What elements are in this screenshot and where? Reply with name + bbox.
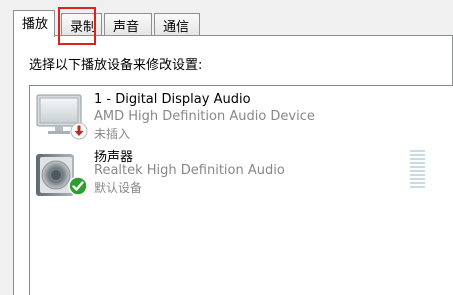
device-description: AMD High Definition Audio Device	[94, 109, 315, 124]
device-status: 未插入	[94, 127, 131, 141]
tab-playback[interactable]: 播放	[13, 10, 55, 37]
unplugged-red-arrow-icon	[70, 122, 88, 140]
device-status: 默认设备	[94, 181, 143, 195]
device-name: 1 - Digital Display Audio	[94, 92, 251, 107]
tab-recording[interactable]: 录制	[61, 13, 102, 35]
playback-panel: 选择以下播放设备来修改设置: 1 - Digital Display Audio…	[13, 35, 453, 295]
tab-recording-label: 录制	[70, 20, 97, 35]
device-digital-display-audio[interactable]: 1 - Digital Display Audio AMD High Defin…	[30, 92, 453, 148]
tab-playback-label: 播放	[22, 17, 49, 32]
tab-sounds[interactable]: 声音	[104, 13, 152, 35]
device-list[interactable]: 1 - Digital Display Audio AMD High Defin…	[29, 85, 453, 295]
volume-level-meter	[410, 150, 425, 190]
tab-communications-label: 通信	[163, 20, 190, 35]
sound-dialog: 播放 录制 声音 通信 选择以下播放设备来修改设置: 1 - Digital D…	[0, 0, 453, 295]
default-green-check-icon	[68, 176, 88, 196]
device-description: Realtek High Definition Audio	[94, 163, 285, 178]
tab-communications[interactable]: 通信	[154, 13, 200, 35]
instruction-text: 选择以下播放设备来修改设置:	[29, 58, 203, 73]
device-speakers[interactable]: 扬声器 Realtek High Definition Audio 默认设备	[30, 146, 453, 204]
tab-sounds-label: 声音	[113, 20, 140, 35]
